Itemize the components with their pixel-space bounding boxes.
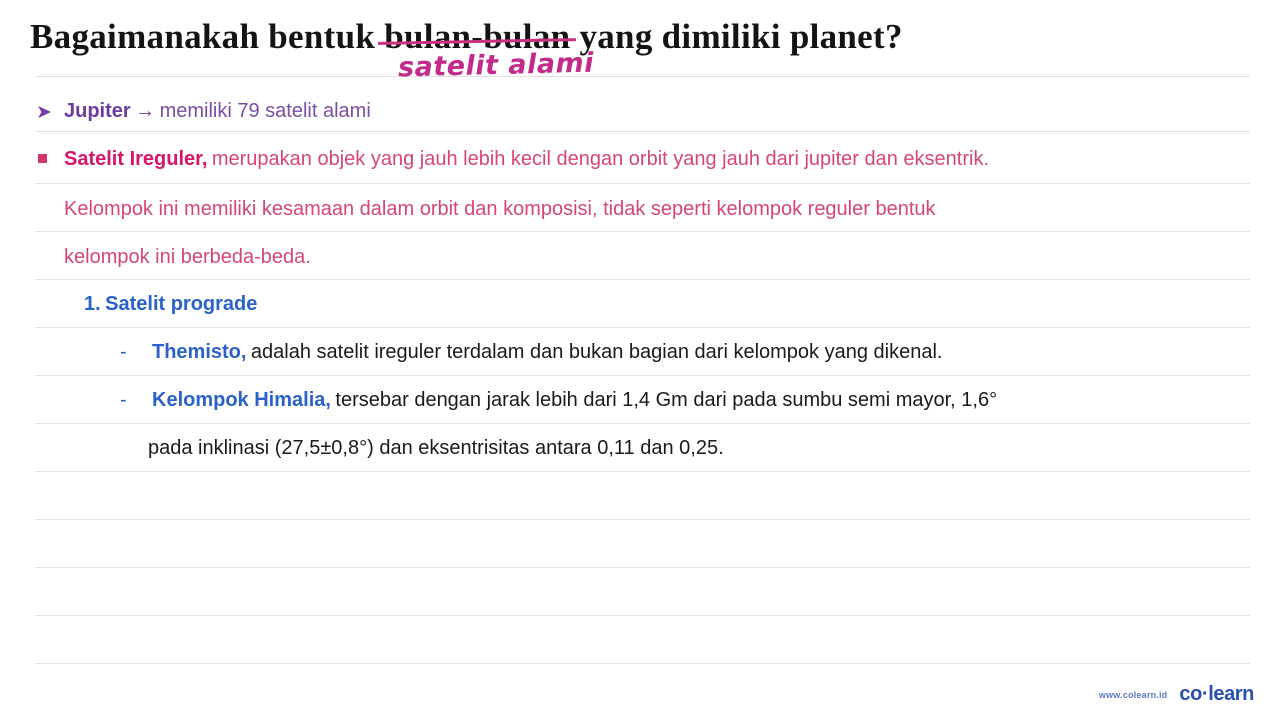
prograde-number: 1. [84, 293, 101, 315]
title-after: yang dimiliki planet? [579, 17, 903, 56]
themisto-description: adalah satelit ireguler terdalam dan buk… [250, 341, 943, 363]
list-item-satelit-prograde: 1. Satelit prograde [84, 294, 257, 314]
ireguler-term: Satelit Ireguler, [64, 148, 208, 170]
page-title: Bagaimanakah bentuk bulan-bulan yang dim… [30, 14, 1250, 70]
list-item-jupiter: ➤ Jupiter → memiliki 79 satelit alami [0, 100, 371, 123]
themisto-term: Themisto, [152, 341, 247, 363]
colearn-logo: co·learn [1179, 683, 1254, 706]
title-before: Bagaimanakah bentuk [30, 17, 376, 56]
dash-bullet-icon: - [120, 341, 127, 363]
list-item-satelit-ireguler: Satelit Ireguler, merupakan objek yang j… [0, 149, 989, 169]
jupiter-description: memiliki 79 satelit alami [159, 100, 371, 122]
footer-url: www.colearn.id [1098, 689, 1168, 700]
logo-text-left: co [1179, 683, 1202, 705]
ireguler-description: merupakan objek yang jauh lebih kecil de… [211, 148, 990, 170]
ireguler-description-cont2: kelompok ini berbeda-beda. [64, 246, 311, 268]
title-text: Bagaimanakah bentuk bulan-bulan yang dim… [30, 14, 1250, 60]
footer-branding: www.colearn.id co·learn [1098, 683, 1255, 706]
list-item-kelompok-himalia: - Kelompok Himalia, tersebar dengan jara… [0, 390, 997, 410]
himalia-term: Kelompok Himalia, [152, 389, 331, 411]
arrow-bullet-icon: ➤ [36, 102, 52, 123]
ireguler-description-cont1: Kelompok ini memiliki kesamaan dalam orb… [64, 198, 936, 220]
himalia-description: tersebar dengan jarak lebih dari 1,4 Gm … [335, 389, 998, 411]
slide-content: Bagaimanakah bentuk bulan-bulan yang dim… [0, 0, 1280, 720]
himalia-description-cont1: pada inklinasi (27,5±0,8°) dan eksentris… [148, 437, 724, 459]
logo-text-right: learn [1208, 683, 1254, 705]
handwritten-correction: satelit alami [397, 47, 595, 84]
jupiter-term: Jupiter [64, 100, 131, 122]
arrow-right-icon: → [135, 100, 156, 122]
prograde-label: Satelit prograde [105, 293, 258, 315]
list-item-themisto: - Themisto, adalah satelit ireguler terd… [0, 342, 942, 362]
square-bullet-icon [38, 154, 47, 163]
dash-bullet-icon-2: - [120, 389, 127, 411]
